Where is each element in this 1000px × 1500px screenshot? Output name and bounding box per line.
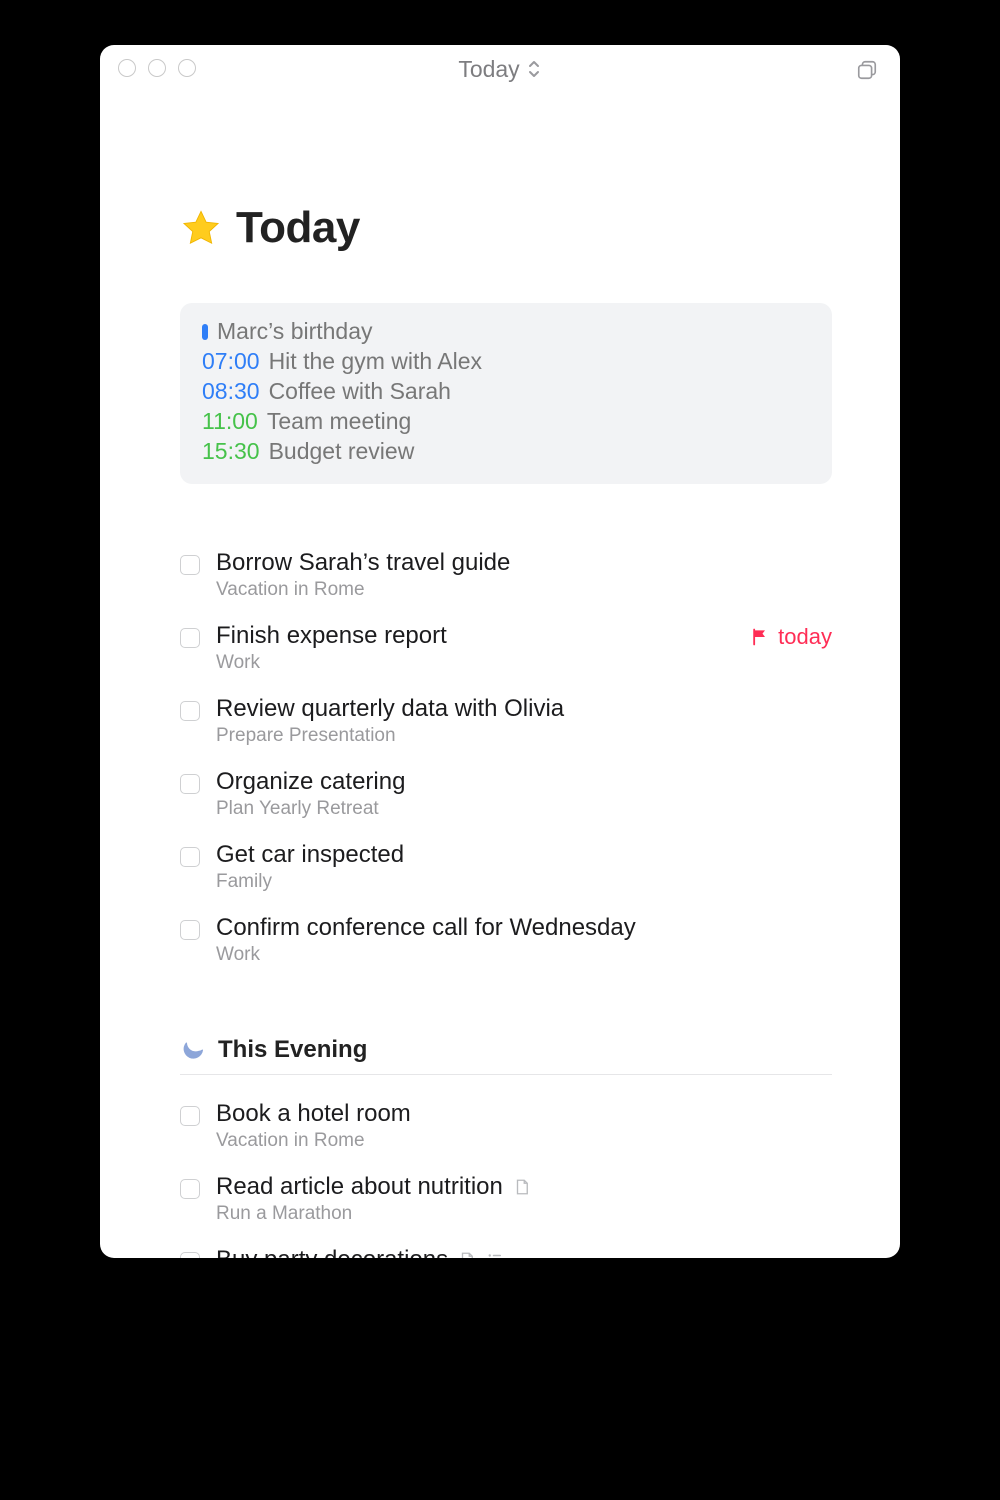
traffic-light-close[interactable] <box>118 59 136 77</box>
task-row[interactable]: Get car inspectedFamily <box>180 834 832 907</box>
task-project: Work <box>216 944 832 966</box>
note-icon <box>458 1251 476 1258</box>
task-title: Confirm conference call for Wednesday <box>216 913 636 943</box>
task-project: Plan Yearly Retreat <box>216 798 832 820</box>
calendar-card[interactable]: Marc’s birthday07:00 Hit the gym with Ale… <box>180 303 832 484</box>
evening-section-title: This Evening <box>218 1036 367 1064</box>
duplicate-window-icon[interactable] <box>856 59 878 81</box>
task-title: Review quarterly data with Olivia <box>216 694 564 724</box>
window-title-button[interactable]: Today <box>458 56 541 83</box>
star-icon <box>180 207 222 249</box>
task-checkbox[interactable] <box>180 920 200 940</box>
task-body: Confirm conference call for WednesdayWor… <box>216 913 832 966</box>
calendar-event-title: Marc’s birthday <box>217 317 373 347</box>
task-row[interactable]: Book a hotel roomVacation in Rome <box>180 1093 832 1166</box>
task-row[interactable]: Confirm conference call for WednesdayWor… <box>180 907 832 980</box>
task-title: Read article about nutrition <box>216 1172 503 1202</box>
window-title: Today <box>458 56 519 83</box>
calendar-color-dot <box>202 324 208 340</box>
today-task-list: Borrow Sarah’s travel guideVacation in R… <box>180 542 832 980</box>
task-checkbox[interactable] <box>180 555 200 575</box>
task-body: Finish expense reportWork <box>216 621 734 674</box>
calendar-event[interactable]: Marc’s birthday <box>202 317 810 347</box>
traffic-light-zoom[interactable] <box>178 59 196 77</box>
calendar-event-title: Coffee with Sarah <box>269 377 451 407</box>
calendar-event-title: Team meeting <box>267 407 411 437</box>
task-title: Buy party decorations <box>216 1245 448 1258</box>
moon-icon <box>180 1037 206 1063</box>
task-title: Get car inspected <box>216 840 404 870</box>
task-body: Read article about nutritionRun a Marath… <box>216 1172 832 1225</box>
calendar-event-time: 08:30 <box>202 377 260 407</box>
task-body: Book a hotel roomVacation in Rome <box>216 1099 832 1152</box>
task-body: Get car inspectedFamily <box>216 840 832 893</box>
task-checkbox[interactable] <box>180 847 200 867</box>
evening-task-list: Book a hotel roomVacation in Rome Read ar… <box>180 1093 832 1258</box>
task-title: Organize catering <box>216 767 405 797</box>
titlebar: Today <box>100 45 900 93</box>
task-project: Run a Marathon <box>216 1203 832 1225</box>
task-project: Work <box>216 652 734 674</box>
page-header: Today <box>180 203 832 253</box>
content-area: Today Marc’s birthday07:00 Hit the gym wi… <box>100 93 900 1258</box>
flag-icon <box>750 627 770 647</box>
task-checkbox[interactable] <box>180 1252 200 1258</box>
task-body: Borrow Sarah’s travel guideVacation in R… <box>216 548 832 601</box>
task-title: Book a hotel room <box>216 1099 411 1129</box>
task-row[interactable]: Organize cateringPlan Yearly Retreat <box>180 761 832 834</box>
task-project: Vacation in Rome <box>216 1130 832 1152</box>
app-window: Today Today Marc’s birthday07:00 Hit the … <box>100 45 900 1258</box>
calendar-event-title: Hit the gym with Alex <box>269 347 482 377</box>
calendar-event-time: 07:00 <box>202 347 260 377</box>
task-title: Finish expense report <box>216 621 447 651</box>
task-row[interactable]: Finish expense reportWork today <box>180 615 832 688</box>
page-title: Today <box>236 203 360 253</box>
task-body: Organize cateringPlan Yearly Retreat <box>216 767 832 820</box>
calendar-event-time: 15:30 <box>202 437 260 467</box>
task-row[interactable]: Review quarterly data with OliviaPrepare… <box>180 688 832 761</box>
chup-down-icon <box>526 59 542 79</box>
task-project: Vacation in Rome <box>216 579 832 601</box>
note-icon <box>513 1178 531 1196</box>
task-row[interactable]: Borrow Sarah’s travel guideVacation in R… <box>180 542 832 615</box>
checklist-icon <box>486 1251 504 1258</box>
task-title: Borrow Sarah’s travel guide <box>216 548 510 578</box>
task-body: Review quarterly data with OliviaPrepare… <box>216 694 832 747</box>
task-checkbox[interactable] <box>180 1179 200 1199</box>
traffic-light-minimize[interactable] <box>148 59 166 77</box>
calendar-event-title: Budget review <box>269 437 415 467</box>
task-project: Prepare Presentation <box>216 725 832 747</box>
calendar-event[interactable]: 07:00 Hit the gym with Alex <box>202 347 810 377</box>
task-row[interactable]: Read article about nutritionRun a Marath… <box>180 1166 832 1239</box>
task-checkbox[interactable] <box>180 628 200 648</box>
task-checkbox[interactable] <box>180 701 200 721</box>
task-deadline-label: today <box>778 624 832 650</box>
calendar-event[interactable]: 15:30 Budget review <box>202 437 810 467</box>
task-project: Family <box>216 871 832 893</box>
task-checkbox[interactable] <box>180 1106 200 1126</box>
calendar-event[interactable]: 08:30 Coffee with Sarah <box>202 377 810 407</box>
task-body: Buy party decorationsThrow Party for Eve <box>216 1245 832 1258</box>
traffic-lights <box>118 59 196 77</box>
calendar-event-time: 11:00 <box>202 407 258 437</box>
evening-section-header[interactable]: This Evening <box>180 1036 832 1075</box>
task-deadline: today <box>750 621 832 650</box>
task-checkbox[interactable] <box>180 774 200 794</box>
task-row[interactable]: Buy party decorationsThrow Party for Eve <box>180 1239 832 1258</box>
calendar-event[interactable]: 11:00 Team meeting <box>202 407 810 437</box>
